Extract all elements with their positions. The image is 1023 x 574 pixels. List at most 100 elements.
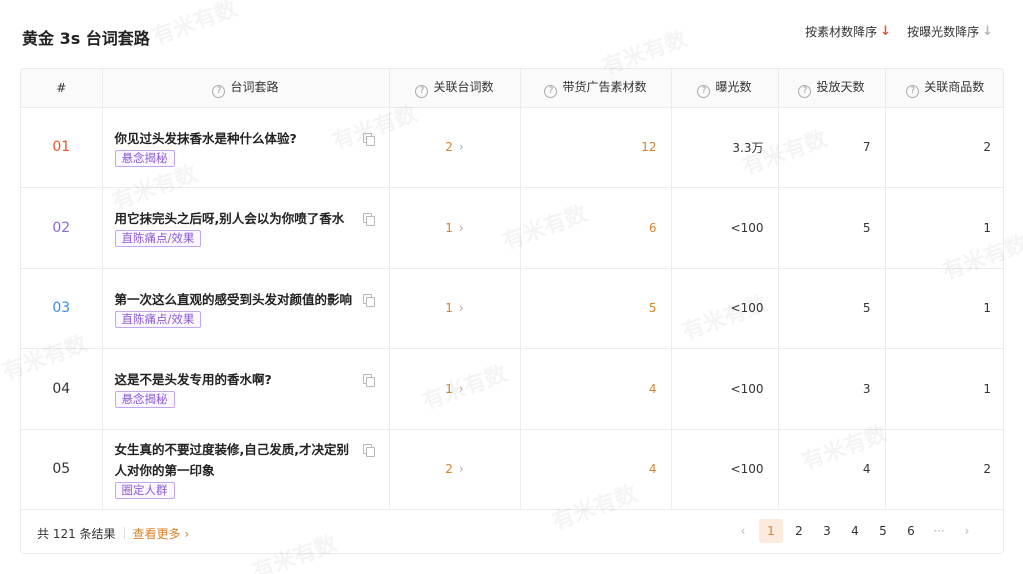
pagination: ‹ 1 2 3 4 5 6 ··· › [731,519,979,543]
products-cell: 1 [885,187,1003,269]
days-cell: 3 [778,348,886,430]
question-circle-icon[interactable]: ? [212,84,226,98]
ad-materials-cell: 4 [520,429,672,510]
chevron-right-icon: › [458,220,464,235]
watermark: 有米有数 [147,0,241,51]
rank-cell: 03 [21,268,103,349]
page-button-5[interactable]: 5 [871,519,895,543]
page-button-4[interactable]: 4 [843,519,867,543]
days-cell: 5 [778,268,886,349]
products-cell: 1 [885,348,1003,430]
rank-cell: 04 [21,348,103,430]
sort-by-material-button[interactable]: 按素材数降序 ↓ [805,23,891,40]
total-count: 共 121 条结果 [37,526,116,541]
ad-materials-cell: 5 [520,268,672,349]
products-cell: 1 [885,268,1003,349]
column-header-ad-materials: ? 带货广告素材数 [520,69,672,108]
products-cell: 2 [885,107,1003,188]
next-page-button[interactable]: › [955,519,979,543]
phrase-text: 女生真的不要过度装修,自己发质,才决定别人对你的第一印象 [114,442,350,479]
table-row: 03 第一次这么直观的感受到头发对颜值的影响 直陈痛点/效果 1 › 5 <100… [21,268,1003,349]
phrase-cell: 女生真的不要过度装修,自己发质,才决定别人对你的第一印象 圈定人群 [102,429,390,510]
copy-icon[interactable] [362,132,375,146]
sort-by-exposure-button[interactable]: 按曝光数降序 ↓ [907,23,993,40]
question-circle-icon[interactable]: ? [906,84,920,98]
rank-cell: 02 [21,187,103,269]
products-cell: 2 [885,429,1003,510]
question-circle-icon[interactable]: ? [544,84,558,98]
arrow-down-gray-icon: ↓ [982,23,993,39]
phrase-cell: 第一次这么直观的感受到头发对颜值的影响 直陈痛点/效果 [102,268,390,349]
exposure-cell: <100 [671,348,779,430]
column-header-exposure: ? 曝光数 [671,69,779,108]
prev-page-button[interactable]: ‹ [731,519,755,543]
days-cell: 5 [778,187,886,269]
days-cell: 7 [778,107,886,188]
page-button-1[interactable]: 1 [759,519,783,543]
ad-materials-cell: 4 [520,348,672,430]
arrow-down-red-icon: ↓ [880,23,892,39]
column-header-index: # [21,69,103,108]
rank-cell: 05 [21,429,103,510]
related-phrases-cell[interactable]: 1 › [389,187,521,269]
page-title: 黄金 3s 台词套路 [22,29,150,48]
chevron-right-icon: › [458,462,464,477]
copy-icon[interactable] [362,293,375,307]
related-phrases-cell[interactable]: 1 › [389,348,521,430]
table-footer: 共 121 条结果 查看更多 › ‹ 1 2 3 4 5 6 ··· › [21,511,1003,553]
page-ellipsis[interactable]: ··· [927,519,951,543]
exposure-cell: <100 [671,429,779,510]
question-circle-icon[interactable]: ? [798,84,812,98]
chevron-right-icon: › [458,140,464,155]
phrase-tag: 直陈痛点/效果 [114,230,202,248]
related-phrases-cell[interactable]: 1 › [389,268,521,349]
phrase-tag: 悬念揭秘 [114,391,175,409]
question-circle-icon[interactable]: ? [697,84,711,98]
copy-icon[interactable] [362,444,375,458]
phrase-cell: 用它抹完头之后呀,别人会以为你喷了香水 直陈痛点/效果 [102,187,390,269]
view-more-link[interactable]: 查看更多 › [133,525,190,542]
related-phrases-cell[interactable]: 2 › [389,429,521,510]
ad-materials-cell: 6 [520,187,672,269]
phrase-text: 这是不是头发专用的香水啊? [114,372,272,388]
phrase-tag: 悬念揭秘 [114,149,175,167]
ad-materials-cell: 12 [520,107,672,188]
phrase-table: # ? 台词套路 ? 关联台词数 ? 带货广告素材数 ? 曝光数 ? 投放天数 ? 关联商品… [21,69,1003,510]
table-row: 04 这是不是头发专用的香水啊? 悬念揭秘 1 › 4 <100 3 1 [21,348,1003,430]
page-button-2[interactable]: 2 [787,519,811,543]
table-row: 01 你见过头发抹香水是种什么体验? 悬念揭秘 2 › 12 3.3万 7 2 [21,107,1003,188]
chevron-right-icon: › [458,301,464,316]
sort-controls: 按素材数降序 ↓ 按曝光数降序 ↓ [805,23,993,40]
phrase-cell: 你见过头发抹香水是种什么体验? 悬念揭秘 [102,107,390,188]
sort-by-exposure-label: 按曝光数降序 [907,25,980,39]
page-button-6[interactable]: 6 [899,519,923,543]
exposure-cell: <100 [671,268,779,349]
chevron-right-icon: › [184,526,190,541]
chevron-right-icon: › [458,381,464,396]
days-cell: 4 [778,429,886,510]
phrase-cell: 这是不是头发专用的香水啊? 悬念揭秘 [102,348,390,430]
column-header-days: ? 投放天数 [778,69,886,108]
divider [123,527,125,539]
copy-icon[interactable] [362,374,375,388]
phrase-tag: 直陈痛点/效果 [114,310,202,328]
phrase-text: 用它抹完头之后呀,别人会以为你喷了香水 [114,211,345,227]
column-header-phrase: ? 台词套路 [102,69,390,108]
phrase-text: 你见过头发抹香水是种什么体验? [114,130,297,146]
rank-cell: 01 [21,107,103,188]
column-header-products: ? 关联商品数 [885,69,1003,108]
related-phrases-cell[interactable]: 2 › [389,107,521,188]
table-row: 05 女生真的不要过度装修,自己发质,才决定别人对你的第一印象 圈定人群 2 › … [21,429,1003,510]
copy-icon[interactable] [362,213,375,227]
column-header-related-phrases: ? 关联台词数 [389,69,521,108]
phrase-table-card: # ? 台词套路 ? 关联台词数 ? 带货广告素材数 ? 曝光数 ? 投放天数 ? 关联商品… [20,68,1004,554]
table-header-row: # ? 台词套路 ? 关联台词数 ? 带货广告素材数 ? 曝光数 ? 投放天数 ? 关联商品… [21,69,1003,108]
exposure-cell: 3.3万 [671,107,779,188]
exposure-cell: <100 [671,187,779,269]
phrase-tag: 圈定人群 [114,482,175,500]
sort-by-material-label: 按素材数降序 [805,25,878,39]
question-circle-icon[interactable]: ? [415,84,429,98]
phrase-text: 第一次这么直观的感受到头发对颜值的影响 [114,291,353,307]
page-button-3[interactable]: 3 [815,519,839,543]
table-row: 02 用它抹完头之后呀,别人会以为你喷了香水 直陈痛点/效果 1 › 6 <100… [21,187,1003,269]
